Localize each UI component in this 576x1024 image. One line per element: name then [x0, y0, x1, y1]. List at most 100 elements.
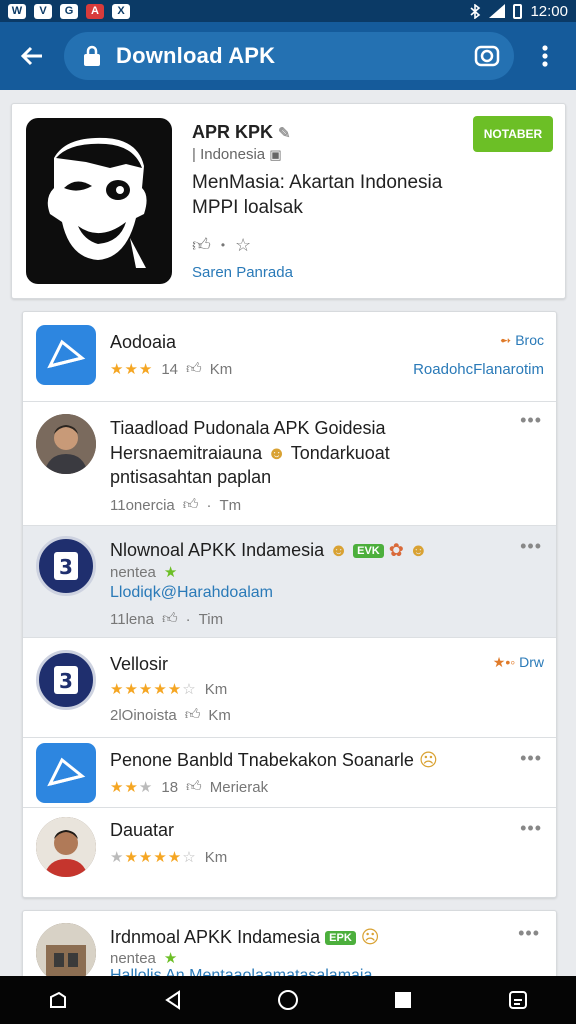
page-title: Download APK [116, 43, 276, 68]
app-icon: 3 [36, 650, 96, 710]
list-item[interactable]: Dauatar ★★★★★☆ Km ••• [23, 808, 556, 897]
paper-plane-icon [47, 339, 86, 369]
item-description: pntisasahtan paplan [110, 467, 272, 487]
item-title: Penone Banbld Tnabekakon Soanarle ☹ [110, 750, 438, 770]
item-meta: 11lena 👍︎ · Tim [110, 610, 223, 628]
item-link[interactable]: Llodiqk@Harahdoalam [110, 584, 273, 602]
verified-icon: ✎ [278, 125, 291, 142]
lock-icon [84, 45, 100, 66]
avatar [36, 414, 96, 474]
thumbs-up-icon[interactable]: 👍︎ [186, 360, 202, 378]
list-item[interactable]: 3 Nlownoal APKK Indamesia ☻ EVK ✿ ☻ nent… [23, 526, 556, 638]
star-outline-icon[interactable]: ☆ [235, 235, 251, 256]
person-photo-icon [36, 817, 96, 877]
app-icon [36, 325, 96, 385]
notification-icon: G [60, 3, 78, 19]
signal-icon [489, 4, 506, 18]
item-meta: 11onercia 👍︎ · Tm [110, 496, 241, 514]
item-meta: ★★★★★☆ Km [110, 848, 228, 867]
install-button[interactable]: NOTABER [473, 116, 553, 152]
svg-text:3: 3 [59, 669, 73, 693]
overflow-menu-button[interactable] [514, 22, 576, 90]
meta-value: Km [204, 848, 228, 866]
tag-icon: ★•◦ [492, 654, 516, 670]
description-line: MenMasia: Akartan Indonesia [192, 172, 443, 193]
item-title: Aodoaia [110, 332, 177, 352]
results-list: Aodoaia ★★★ 14 👍︎ Km ➻ Broc RoadohcFlana… [22, 311, 557, 898]
separator-dot: • [220, 238, 226, 252]
item-title: Tiaadload Pudonala APK Goidesia [110, 418, 386, 438]
emoji-icon: ☻ [329, 540, 349, 560]
bluetooth-icon [470, 3, 481, 19]
screenshot-icon [509, 991, 528, 1009]
screenshot-button[interactable] [498, 980, 538, 1020]
app-logo [26, 118, 172, 284]
app-icon [36, 743, 96, 803]
info-icon: ▣ [269, 147, 282, 162]
camera-icon[interactable] [474, 43, 500, 69]
item-title: Nlownoal APKK Indamesia ☻ EVK ✿ ☻ [110, 540, 428, 560]
more-options-button[interactable]: ••• [520, 410, 542, 431]
list-item[interactable]: Aodoaia ★★★ 14 👍︎ Km ➻ Broc RoadohcFlana… [23, 312, 556, 402]
more-vertical-icon [542, 45, 548, 67]
item-title: Dauatar [110, 820, 175, 840]
rating-count: 14 [161, 360, 179, 378]
more-options-button[interactable]: ••• [520, 818, 542, 839]
more-options-button[interactable]: ••• [520, 536, 542, 557]
description-line: MPPI loalsak [192, 197, 303, 218]
paper-plane-icon [47, 757, 86, 787]
status-bar: W V G A X 12:00 [0, 0, 576, 22]
item-meta: ★★★ 14 👍︎ Km [110, 360, 232, 378]
app-link[interactable]: Saren Panrada [192, 264, 293, 281]
emoji-icon: ☹ [360, 927, 380, 947]
emoji-icon: ☹ [418, 750, 438, 770]
thumbs-up-icon[interactable]: 👍︎ [185, 706, 201, 724]
meta-value: Km [209, 360, 233, 378]
recents-button[interactable] [383, 980, 423, 1020]
item-title: Irdnmoal APKK Indamesia EPK ☹ [110, 927, 380, 947]
thumbs-up-icon[interactable]: 👍︎ [183, 496, 199, 514]
app-description: MenMasia: Akartan Indonesia MPPI loalsak [192, 170, 492, 220]
star-icon: ★ [163, 564, 178, 581]
app-actions: 👍︎ • ☆ [192, 234, 251, 256]
app-icon: 3 [36, 536, 96, 596]
list-item[interactable]: Tiaadload Pudonala APK Goidesia Hersnaem… [23, 402, 556, 526]
address-bar[interactable]: Download APK [64, 32, 514, 80]
item-tag[interactable]: ★•◦ Drw [493, 654, 544, 671]
thumbs-up-icon[interactable]: 👍︎ [162, 610, 178, 628]
notification-icon: A [86, 3, 104, 19]
thumbs-up-icon[interactable]: 👍︎ [186, 778, 202, 796]
item-subtitle: nentea ★ [110, 563, 178, 582]
thumbs-up-icon[interactable]: 👍︎ [192, 234, 211, 256]
home-button[interactable] [268, 980, 308, 1020]
star-icon: ★ [163, 950, 178, 967]
circle-home-icon [277, 990, 298, 1010]
rating-count: 18 [161, 778, 179, 796]
app-name: APR KPK ✎ [192, 122, 291, 142]
item-meta: 2lOinoista 👍︎ Km [110, 706, 231, 724]
battery-icon [513, 3, 523, 19]
separator-dot: · [185, 610, 191, 628]
avatar [36, 817, 96, 877]
navigation-bar [0, 976, 576, 1024]
back-button[interactable] [0, 22, 64, 90]
more-options-button[interactable]: ••• [518, 923, 540, 944]
emoji-icon: ✿ [388, 540, 404, 560]
item-link[interactable]: RoadohcFlanarotim [413, 361, 544, 378]
meta-value: Km [204, 680, 228, 698]
svg-text:3: 3 [59, 555, 73, 579]
square-recents-icon [395, 992, 412, 1008]
badge-card-icon: 3 [54, 666, 78, 694]
item-tag[interactable]: ➻ Broc [500, 332, 544, 349]
rating-stars: ★★★★★☆ [110, 681, 197, 698]
list-item[interactable]: Penone Banbld Tnabekakon Soanarle ☹ ★★★ … [23, 738, 556, 808]
rotate-button[interactable] [38, 980, 78, 1020]
list-item[interactable]: 3 Vellosir ★★★★★☆ Km 2lOinoista 👍︎ Km ★•… [23, 638, 556, 738]
back-nav-button[interactable] [153, 980, 193, 1020]
app-header-card: APR KPK ✎ | Indonesia ▣ MenMasia: Akarta… [11, 103, 566, 299]
rating-stars: ★★★ [110, 361, 154, 378]
apk-badge: EPK [325, 931, 356, 945]
apk-badge: EVK [353, 544, 384, 558]
rotate-screen-icon [49, 991, 66, 1008]
more-options-button[interactable]: ••• [520, 748, 542, 769]
